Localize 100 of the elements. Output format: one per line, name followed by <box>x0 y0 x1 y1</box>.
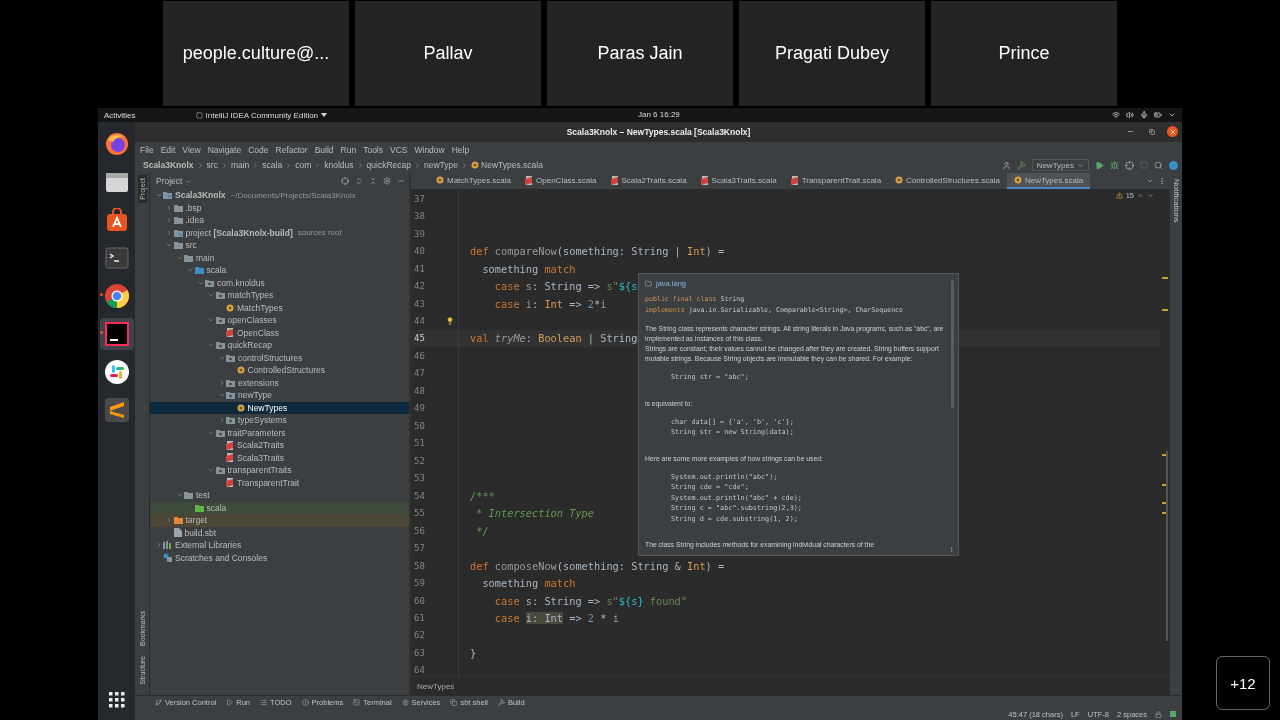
caret-icon <box>1077 161 1084 169</box>
breadcrumb[interactable]: Scala3Knolx <box>143 160 194 170</box>
tree-item[interactable]: TransparentTrait <box>150 476 409 489</box>
class-icon <box>226 453 234 463</box>
menu-item[interactable]: Navigate <box>207 144 242 155</box>
clock[interactable]: Jan 6 16:29 <box>638 110 680 119</box>
breadcrumb[interactable]: knoldus <box>324 160 354 170</box>
editor-tab[interactable]: MatchTypes.scala <box>429 173 519 189</box>
breadcrumb[interactable]: scala <box>262 160 283 170</box>
editor-tab[interactable]: Scala3Traits.scala <box>693 173 784 189</box>
bug-icon[interactable] <box>1110 160 1119 170</box>
tree-item[interactable]: openClasses <box>150 314 409 327</box>
breadcrumb[interactable]: quickRecap <box>366 160 411 170</box>
tree-item[interactable]: transparentTraits <box>150 464 409 477</box>
tree-item[interactable]: main <box>150 251 409 264</box>
hide-icon[interactable] <box>397 177 405 185</box>
tree-item[interactable]: newType <box>150 389 409 402</box>
menu-item[interactable]: Build <box>314 144 334 155</box>
breadcrumb[interactable]: newType <box>424 160 458 170</box>
activities-button[interactable]: Activities <box>104 110 136 120</box>
more-icon[interactable] <box>1158 177 1166 185</box>
package-icon <box>226 416 235 425</box>
tree-item[interactable]: com.knoldus <box>150 276 409 289</box>
lightbulb-icon[interactable] <box>445 317 454 325</box>
tree-item[interactable]: Scala3Traits <box>150 451 409 464</box>
menu-item[interactable]: Help <box>451 144 470 155</box>
collapse-icon[interactable] <box>369 177 377 185</box>
hammer-icon[interactable] <box>1016 160 1026 170</box>
app-menu[interactable]: IntelliJ IDEA Community Edition <box>205 110 319 120</box>
caret-icon[interactable] <box>1146 177 1154 185</box>
tree-item[interactable]: project [Scala3Knolx-build] sources root <box>150 226 409 239</box>
menu-item[interactable]: VCS <box>390 144 408 155</box>
tree-item[interactable]: src <box>150 239 409 252</box>
menu-item[interactable]: Window <box>414 144 445 155</box>
separator-icon <box>285 161 293 169</box>
line-number: 45 <box>413 333 426 344</box>
menu-item[interactable]: Code <box>248 144 269 155</box>
breadcrumb[interactable]: com <box>295 160 312 170</box>
editor-tab[interactable]: NewTypes.scala <box>1006 173 1091 189</box>
settings-icon[interactable] <box>383 177 391 185</box>
breadcrumb[interactable]: NewTypes.scala <box>471 160 543 170</box>
more-participants[interactable]: +12 <box>1216 656 1270 710</box>
tree-item[interactable]: typeSystems <box>150 414 409 427</box>
line-number: 62 <box>413 630 426 641</box>
close-button[interactable] <box>1167 126 1178 137</box>
tree-item[interactable]: target <box>150 514 409 527</box>
tree-item[interactable]: traitParameters <box>150 426 409 439</box>
package-icon <box>205 278 214 287</box>
next-icon[interactable] <box>1147 192 1154 199</box>
participant-name: Pallav <box>423 43 473 64</box>
tree-item[interactable]: scala <box>150 264 409 277</box>
menu-item[interactable]: File <box>140 144 154 155</box>
tree-item[interactable]: extensions <box>150 376 409 389</box>
bag-icon <box>104 208 129 232</box>
tree-item[interactable]: OpenClass <box>150 326 409 339</box>
menu-item[interactable]: Run <box>340 144 357 155</box>
tree-item[interactable]: Scala3Knolx ~/Documents/Projects/Scala3Knolx <box>150 189 409 202</box>
tree-item[interactable]: Scratches and Consoles <box>150 551 409 564</box>
tree-item[interactable]: ControlledStructures <box>150 364 409 377</box>
tree-item[interactable]: scala <box>150 501 409 514</box>
tree-item[interactable]: MatchTypes <box>150 301 409 314</box>
editor-tab[interactable]: ControlledStructures.scala <box>888 173 1007 189</box>
app-grid-icon[interactable] <box>108 692 125 708</box>
restore-button[interactable] <box>1146 126 1157 137</box>
tool-window-tab[interactable]: Notifications <box>1171 179 1181 223</box>
editor-tab[interactable]: Scala2Traits.scala <box>603 173 694 189</box>
tree-item[interactable]: External Libraries <box>150 539 409 552</box>
editor-tab[interactable]: OpenClass.scala <box>518 173 604 189</box>
line-number: 64 <box>413 665 426 676</box>
panel-title[interactable]: Project <box>156 176 183 186</box>
run-config-dropdown[interactable]: NewTypes <box>1031 159 1089 171</box>
breadcrumb[interactable]: main <box>230 160 250 170</box>
code-line: def composeNow(something: String & Int) = <box>469 559 725 572</box>
locate-icon[interactable] <box>341 177 349 185</box>
tree-item[interactable]: .bsp <box>150 201 409 214</box>
menu-item[interactable]: View <box>182 144 201 155</box>
editor-tab[interactable]: TransparentTrait.scala <box>783 173 889 189</box>
menu-item[interactable]: Edit <box>160 144 176 155</box>
tree-item[interactable]: matchTypes <box>150 289 409 302</box>
previous-icon[interactable] <box>1137 192 1144 199</box>
tree-item[interactable]: build.sbt <box>150 526 409 539</box>
play-icon[interactable] <box>1095 160 1104 170</box>
tree-item[interactable]: quickRecap <box>150 339 409 352</box>
expand-icon[interactable] <box>355 177 363 185</box>
tree-item[interactable]: controlStructures <box>150 351 409 364</box>
menu-item[interactable]: Tools <box>363 144 383 155</box>
tree-item[interactable]: .idea <box>150 214 409 227</box>
menu-item[interactable]: Refactor <box>275 144 308 155</box>
breadcrumb[interactable]: src <box>206 160 218 170</box>
tree-item[interactable]: test <box>150 489 409 502</box>
breadcrumb[interactable]: NewTypes <box>417 681 455 691</box>
user-icon[interactable] <box>1001 160 1011 170</box>
line-number: 59 <box>413 578 426 589</box>
tree-item[interactable]: Scala2Traits <box>150 439 409 452</box>
search-icon[interactable] <box>1154 160 1163 170</box>
lock-icon[interactable] <box>1155 710 1162 718</box>
warning-icon <box>1115 192 1123 199</box>
code-line: something match <box>481 262 576 275</box>
line-number: 63 <box>413 647 426 658</box>
tree-item[interactable]: NewTypes <box>150 401 409 414</box>
